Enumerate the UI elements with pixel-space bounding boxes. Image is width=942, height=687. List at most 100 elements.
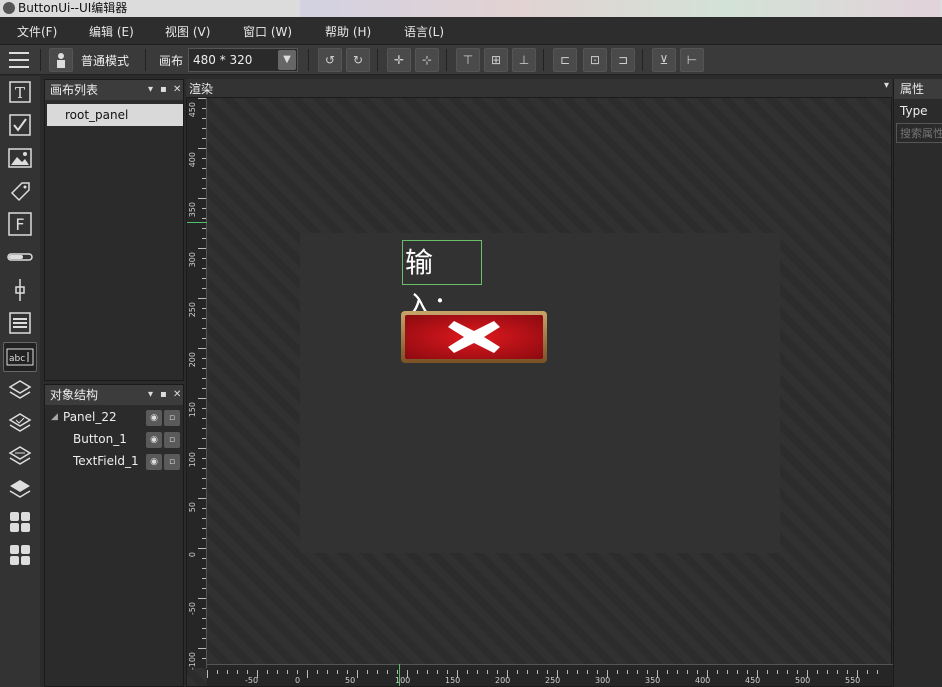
align-point-icon[interactable]: ⊹ xyxy=(415,48,439,72)
ruler-tick xyxy=(417,670,418,674)
tree-item-textfield[interactable]: TextField_1 xyxy=(73,454,139,468)
chevron-down-icon[interactable]: ▼ xyxy=(278,50,296,70)
align-middle-icon[interactable]: ⊞ xyxy=(484,48,508,72)
menu-language[interactable]: 语言(L) xyxy=(404,23,444,40)
ruler-tick xyxy=(247,670,248,674)
ruler-tick xyxy=(307,670,308,678)
canvas-list-header: 画布列表 ▾ ▪ ✕ xyxy=(45,80,183,100)
dropdown-icon[interactable]: ▾ xyxy=(884,80,889,91)
close-icon[interactable]: ✕ xyxy=(173,385,181,405)
ruler-tick xyxy=(202,278,206,279)
menu-edit[interactable]: 编辑 (E) xyxy=(89,23,134,40)
tree-item-button[interactable]: Button_1 xyxy=(73,432,127,446)
layer-check-tool-icon[interactable] xyxy=(6,409,34,437)
text-tool-icon[interactable]: T xyxy=(6,78,34,106)
distribute-horizontal-icon[interactable]: ⊢ xyxy=(680,48,704,72)
expand-triangle-icon[interactable]: ◢ xyxy=(51,412,58,422)
ruler-v-label: 150 xyxy=(188,402,197,418)
ruler-tick xyxy=(527,670,528,674)
ruler-tick xyxy=(202,138,206,139)
textfield-tool-icon[interactable]: abc xyxy=(3,342,37,372)
lock-icon[interactable]: ▫ xyxy=(164,410,180,426)
ruler-tick xyxy=(202,628,206,629)
textfield-widget[interactable]: 输入： xyxy=(402,240,482,323)
layer-stack-tool-icon[interactable] xyxy=(6,475,34,503)
rotate-left-icon[interactable]: ↺ xyxy=(318,48,342,72)
canvas-size-select[interactable]: 480 * 320 ▼ xyxy=(188,48,298,72)
grid-page-tool-icon[interactable] xyxy=(6,541,34,569)
ruler-v-label: 300 xyxy=(188,252,197,268)
layer-grid-tool-icon[interactable] xyxy=(6,442,34,470)
ruler-tick xyxy=(202,508,206,509)
canvas-list-item[interactable]: root_panel xyxy=(47,104,183,126)
ruler-tick xyxy=(687,670,688,674)
ruler-tick xyxy=(387,670,388,674)
mode-label[interactable]: 普通模式 xyxy=(81,52,129,69)
pin-icon[interactable]: ▪ xyxy=(160,80,167,100)
dropdown-icon[interactable]: ▾ xyxy=(148,385,153,405)
menu-bar: 文件(F) 编辑 (E) 视图 (V) 窗口 (W) 帮助 (H) 语言(L) xyxy=(0,17,942,45)
ruler-tick xyxy=(202,228,206,229)
ruler-tick xyxy=(847,670,848,674)
ruler-tick xyxy=(198,548,206,549)
align-hcenter-icon[interactable]: ⊡ xyxy=(583,48,607,72)
ruler-tick xyxy=(467,670,468,674)
ruler-v-label: 50 xyxy=(188,502,197,513)
canvas-label: 画布 xyxy=(159,54,184,68)
progressbar-tool-icon[interactable] xyxy=(6,243,34,271)
ruler-tick xyxy=(198,348,206,349)
ruler-tick xyxy=(198,248,206,249)
ruler-tick xyxy=(867,670,868,674)
image-tool-icon[interactable] xyxy=(6,144,34,172)
ruler-tick xyxy=(207,670,208,678)
eye-icon[interactable]: ◉ xyxy=(146,410,162,426)
svg-text:F: F xyxy=(15,215,24,234)
menu-view[interactable]: 视图 (V) xyxy=(165,23,210,40)
list-tool-icon[interactable] xyxy=(6,309,34,337)
grid-panel-tool-icon[interactable] xyxy=(6,508,34,536)
ruler-tick xyxy=(202,658,206,659)
ruler-h-label: 0 xyxy=(295,676,301,685)
align-right-icon[interactable]: ⊐ xyxy=(611,48,635,72)
render-canvas[interactable]: 450 400 350 300 250 200 150 100 50 0 -50 -100 -50 0 5… xyxy=(186,97,893,687)
close-icon[interactable]: ✕ xyxy=(173,80,181,100)
toolbar: 普通模式 画布 480 * 320 ▼ ↺ ↻ ✛ ⊹ ⊤ ⊞ ⊥ ⊏ ⊡ ⊐ … xyxy=(0,45,942,75)
property-search-input[interactable] xyxy=(896,123,942,143)
ruler-tick xyxy=(198,648,206,649)
layer-tool-icon[interactable] xyxy=(6,376,34,404)
ruler-tick xyxy=(202,358,206,359)
ruler-tick xyxy=(677,670,678,674)
ruler-tick xyxy=(202,518,206,519)
person-mode-icon[interactable] xyxy=(49,48,73,72)
align-center-icon[interactable]: ✛ xyxy=(387,48,411,72)
distribute-vertical-icon[interactable]: ⊻ xyxy=(652,48,676,72)
slider-tool-icon[interactable] xyxy=(6,276,34,304)
background-tabs xyxy=(300,0,940,17)
root-panel-stage[interactable]: 输入： xyxy=(300,233,780,553)
close-button-widget[interactable] xyxy=(401,311,547,363)
tree-item-panel[interactable]: Panel_22 xyxy=(63,410,117,424)
eye-icon[interactable]: ◉ xyxy=(146,454,162,470)
lock-icon[interactable]: ▫ xyxy=(164,432,180,448)
align-bottom-icon[interactable]: ⊥ xyxy=(512,48,536,72)
pin-icon[interactable]: ▪ xyxy=(160,385,167,405)
lock-icon[interactable]: ▫ xyxy=(164,454,180,470)
canvas-list-panel: 画布列表 ▾ ▪ ✕ root_panel xyxy=(44,79,184,381)
align-top-icon[interactable]: ⊤ xyxy=(456,48,480,72)
menu-file[interactable]: 文件(F) xyxy=(17,23,57,40)
properties-title: 属性 xyxy=(894,79,942,99)
eye-icon[interactable]: ◉ xyxy=(146,432,162,448)
menu-window[interactable]: 窗口 (W) xyxy=(243,23,292,40)
font-tool-icon[interactable]: F xyxy=(6,210,34,238)
checkbox-tool-icon[interactable] xyxy=(6,111,34,139)
menu-help[interactable]: 帮助 (H) xyxy=(325,23,371,40)
tag-tool-icon[interactable] xyxy=(6,177,34,205)
rotate-right-icon[interactable]: ↻ xyxy=(346,48,370,72)
ruler-tick xyxy=(202,618,206,619)
dropdown-icon[interactable]: ▾ xyxy=(148,80,153,100)
ruler-tick xyxy=(198,148,206,149)
ruler-tick xyxy=(198,598,206,599)
hamburger-menu-icon[interactable] xyxy=(9,52,29,68)
ruler-tick xyxy=(717,670,718,674)
align-left-icon[interactable]: ⊏ xyxy=(553,48,577,72)
